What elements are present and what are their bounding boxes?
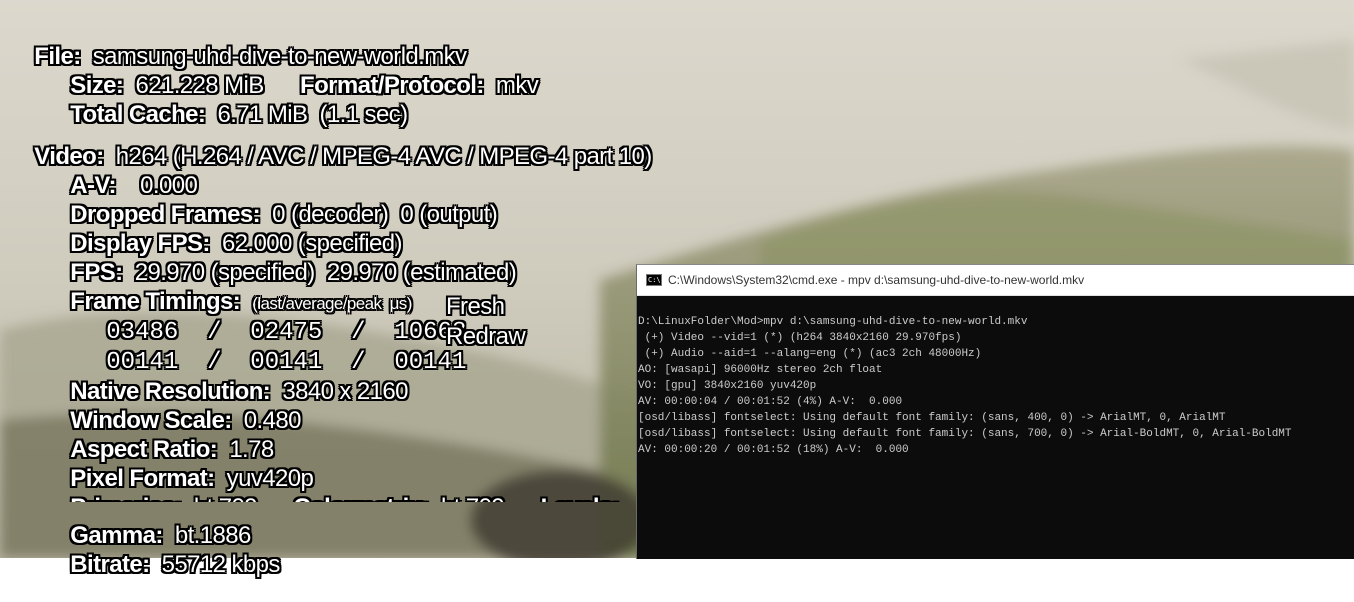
console-line: AV: 00:00:04 / 00:01:52 (4%) A-V: 0.000: [638, 396, 903, 408]
bitrate-label: Bitrate:: [70, 551, 150, 578]
console-title: C:\Windows\System32\cmd.exe - mpv d:\sam…: [668, 273, 1085, 287]
console-line: (+) Audio --aid=1 --alang=eng (*) (ac3 2…: [638, 348, 982, 360]
console-line: [osd/libass] fontselect: Using default f…: [638, 428, 1292, 440]
console-line: D:\LinuxFolder\Mod>mpv d:\samsung-uhd-di…: [638, 316, 1028, 328]
colormatrix-value: bt.709: [441, 494, 505, 503]
console-line: (+) Video --vid=1 (*) (h264 3840x2160 29…: [638, 332, 962, 344]
console-window[interactable]: C:\ C:\Windows\System32\cmd.exe - mpv d:…: [636, 264, 1354, 559]
primaries-row: Primaries: bt.709 Colormatrix: bt.709 Le…: [46, 470, 636, 503]
bitrate-row: Bitrate: 55712 kbps: [46, 529, 280, 601]
console-line: VO: [gpu] 3840x2160 yuv420p: [638, 380, 817, 392]
console-line: [osd/libass] fontselect: Using default f…: [638, 412, 1226, 424]
native-res-value: 3840 x 2160: [282, 378, 408, 405]
bitrate-value: 55712 kbps: [161, 551, 281, 578]
timing-redraw-label: Redraw: [446, 323, 526, 350]
console-line: AV: 00:00:20 / 00:01:52 (18%) A-V: 0.000: [638, 444, 909, 456]
console-titlebar[interactable]: C:\ C:\Windows\System32\cmd.exe - mpv d:…: [637, 265, 1354, 296]
console-output[interactable]: D:\LinuxFolder\Mod>mpv d:\samsung-uhd-di…: [637, 296, 1354, 458]
levels-label: Levels:: [541, 494, 620, 503]
cmd-icon: C:\: [646, 274, 662, 286]
format-value: mkv: [495, 72, 539, 99]
console-line: AO: [wasapi] 96000Hz stereo 2ch float: [638, 364, 883, 376]
colormatrix-label: Colormatrix:: [293, 494, 429, 503]
timing-fresh-label: Fresh: [446, 293, 505, 320]
